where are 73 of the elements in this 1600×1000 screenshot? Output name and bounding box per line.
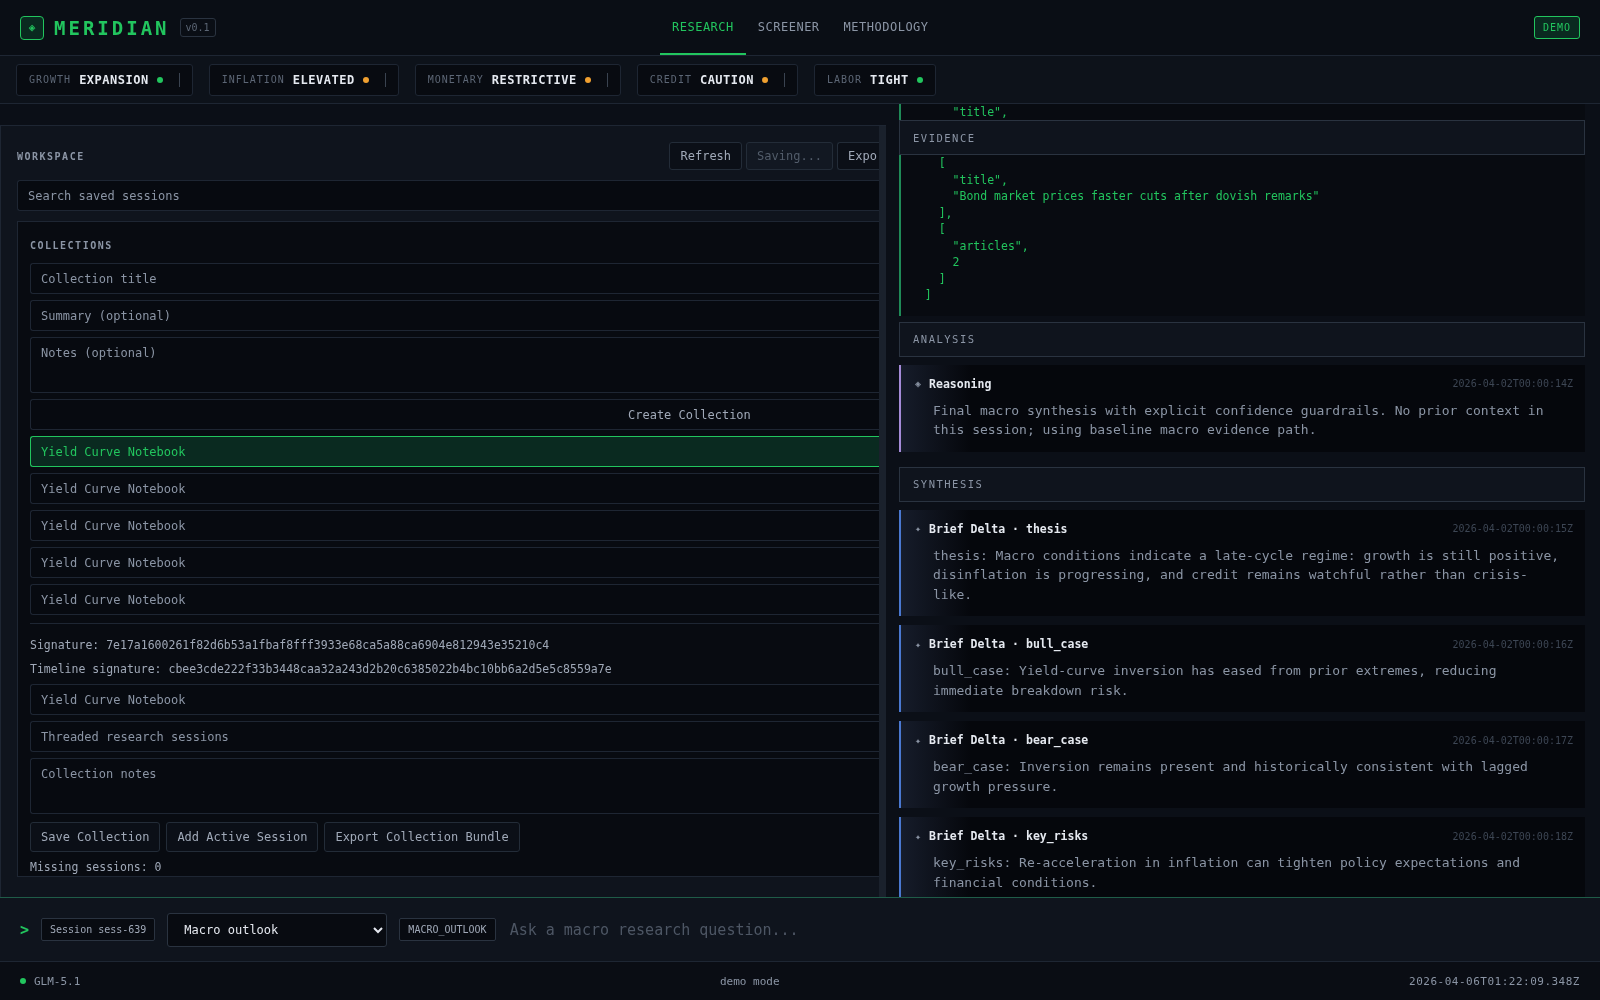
toolbar-button[interactable]: Expo <box>837 142 879 170</box>
action-button[interactable]: Save Collection <box>30 822 161 852</box>
entry-time: 2026-04-02T00:00:14Z <box>1452 378 1573 389</box>
mode-tag: MACRO_OUTLOOK <box>399 918 496 941</box>
scrollbar[interactable] <box>879 126 886 897</box>
collection-item[interactable]: Yield Curve Notebook <box>30 436 879 467</box>
regime-value: ELEVATED <box>292 72 355 87</box>
regime-value: CAUTION <box>699 72 754 87</box>
search-field[interactable]: Search saved sessions <box>17 180 879 211</box>
entry-time: 2026-04-02T00:00:15Z <box>1452 523 1573 534</box>
regime-value: RESTRICTIVE <box>491 72 577 87</box>
entry-icon: ◈ <box>915 378 922 389</box>
missing-sessions-text: Missing sessions: 0 <box>30 859 163 876</box>
action-button[interactable]: Export Collection Bundle <box>324 822 520 852</box>
brand-name: MERIDIAN <box>54 16 170 39</box>
action-button[interactable]: Add Active Session <box>166 822 319 852</box>
entry-icon: ✦ <box>915 830 922 842</box>
regime-label: CREDIT <box>649 74 692 85</box>
mode-select[interactable]: Macro outlook <box>167 912 388 947</box>
version-badge: v0.1 <box>179 18 216 37</box>
collection-item[interactable]: Yield Curve Notebook <box>30 547 879 578</box>
session-badge: Session sess-639 <box>41 918 156 941</box>
entry-icon: ✦ <box>915 638 922 650</box>
logo-icon: ◈ <box>20 15 44 40</box>
collection-item[interactable]: Yield Curve Notebook <box>30 473 879 504</box>
input-field[interactable]: Yield Curve Notebook <box>30 684 879 715</box>
entry-title: Brief Delta · key_risks <box>929 829 1090 843</box>
entry-title: Brief Delta · bull_case <box>929 637 1090 651</box>
collection-item[interactable]: Yield Curve Notebook <box>30 584 879 615</box>
entry-text: key_risks: Re-acceleration in inflation can tighten policy expectations and financial conditions. <box>933 854 1521 892</box>
create-button[interactable]: Create Collection <box>30 399 879 430</box>
entry-text: Final macro synthesis with explicit confidence guardrails. No prior context in this session; using baseline macro evidence path. <box>933 401 1545 439</box>
nav-tab[interactable]: SCREENER <box>745 0 832 55</box>
question-field[interactable]: Ask a macro research question... <box>507 919 1580 940</box>
section-header: SYNTHESIS <box>899 466 1585 502</box>
entry-time: 2026-04-02T00:00:16Z <box>1452 638 1573 650</box>
toolbar-button[interactable]: Refresh <box>669 142 743 170</box>
mode-label: demo mode <box>720 974 781 988</box>
model-name: GLM-5.1 <box>34 974 81 988</box>
input-field[interactable]: Collection title <box>30 263 879 294</box>
entry-title: Brief Delta · bear_case <box>929 733 1090 747</box>
code-block: "title", <box>899 104 1585 120</box>
section-header: ANALYSIS <box>899 321 1585 357</box>
entry-time: 2026-04-02T00:00:17Z <box>1452 734 1573 746</box>
entry-icon: ✦ <box>915 523 922 534</box>
section-header: EVIDENCE <box>899 120 1585 155</box>
nav-tab[interactable]: METHODOLOGY <box>831 0 941 55</box>
code-block: [ "title", "Bond market prices faster cuts after dovish remarks" ], [ "articles", 2 ] ] <box>899 155 1585 316</box>
entry-text: bull_case: Yield-curve inversion has eased from prior extremes, reducing immediate breakdown risk. <box>933 662 1498 700</box>
entry-text: bear_case: Inversion remains present and historically consistent with lagged growth pressure. <box>933 758 1529 796</box>
regime-label: MONETARY <box>427 74 484 85</box>
section-title: WORKSPACE <box>17 150 85 162</box>
regime-label: INFLATION <box>221 74 285 85</box>
prompt-icon: > <box>20 920 30 939</box>
entry-title: Reasoning <box>929 376 993 391</box>
timestamp: 2026-04-06T01:22:09.348Z <box>1409 974 1580 988</box>
collection-item[interactable]: Yield Curve Notebook <box>30 510 879 541</box>
demo-button[interactable]: DEMO <box>1533 16 1580 39</box>
regime-label: GROWTH <box>29 74 72 85</box>
input-field[interactable]: Summary (optional) <box>30 300 879 331</box>
input-field[interactable]: Threaded research sessions <box>30 721 879 752</box>
timeline-signature-text: Timeline signature: cbee3cde222f33b3448caa32a243d2b20c6385022b4bc10bb6a2d5e5c8559a7e <box>30 661 613 678</box>
entry-title: Brief Delta · thesis <box>929 521 1069 536</box>
entry-icon: ✦ <box>915 734 922 746</box>
notes-field[interactable]: Collection notes <box>30 758 879 814</box>
regime-value: EXPANSION <box>79 72 149 87</box>
entry-time: 2026-04-02T00:00:18Z <box>1452 830 1573 842</box>
entry-text: thesis: Macro conditions indicate a late-cycle regime: growth is still positive, disinflation is progressing, and credit remains watchful rather than crisis-like. <box>933 546 1561 604</box>
regime-value: TIGHT <box>870 72 909 87</box>
notes-field[interactable]: Notes (optional) <box>30 337 879 393</box>
signature-text: Signature: 7e17a1600261f82d6b53a1fbaf8fff3933e68ca5a88ca6904e812943e35210c4 <box>30 637 551 654</box>
section-title: COLLECTIONS <box>30 240 114 251</box>
regime-label: LABOR <box>827 74 863 85</box>
